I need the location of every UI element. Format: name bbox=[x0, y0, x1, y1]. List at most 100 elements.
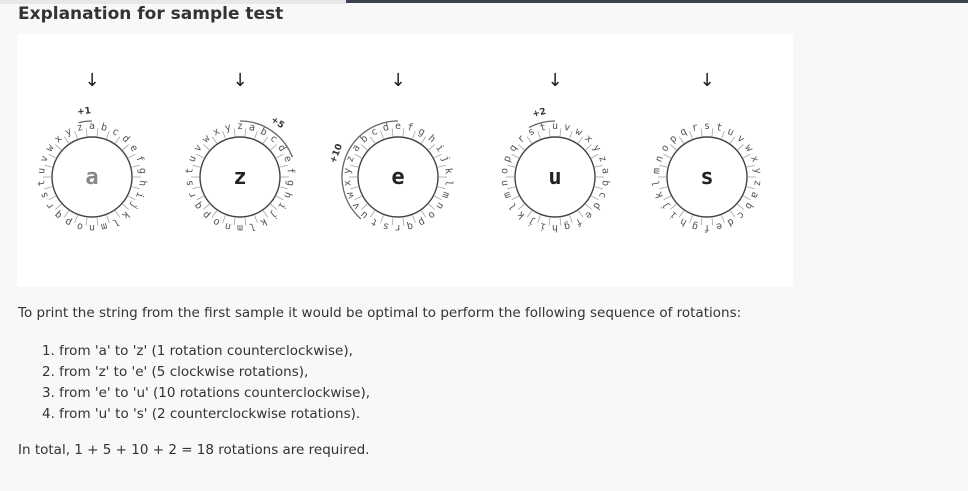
ring-tick bbox=[437, 164, 446, 168]
ring-letter: y bbox=[751, 167, 763, 174]
rotation-count-label: +10 bbox=[329, 143, 345, 165]
ring-letter: l bbox=[651, 179, 663, 186]
ring-tick bbox=[559, 128, 562, 137]
ring-letter: q bbox=[678, 126, 688, 139]
ring-tick bbox=[402, 128, 405, 137]
ring-letter: j bbox=[659, 200, 671, 211]
ring-letter: e bbox=[583, 209, 595, 221]
ring-letter: e bbox=[395, 121, 401, 132]
ring-tick bbox=[594, 186, 603, 190]
ring-tick bbox=[434, 195, 442, 201]
ring-letter: x bbox=[211, 126, 221, 139]
ring-tick bbox=[548, 128, 551, 137]
ring-letter: q bbox=[507, 143, 519, 154]
wheel-current-letter: e bbox=[391, 165, 404, 190]
ring-letter: u bbox=[725, 126, 735, 139]
ring-tick bbox=[192, 164, 201, 168]
ring-tick bbox=[244, 217, 247, 226]
ring-letter: k bbox=[258, 215, 268, 228]
letter-wheel: ↓u v wxyzabcdefghijklmnopqrs tu+2 bbox=[499, 70, 611, 233]
ring-letter: d bbox=[725, 215, 735, 228]
ring-tick bbox=[700, 217, 703, 226]
ring-tick bbox=[131, 186, 140, 190]
ring-tick bbox=[391, 128, 394, 137]
ring-letter: t bbox=[539, 122, 547, 134]
ring-letter: h bbox=[136, 179, 148, 186]
ring-letter: v bbox=[39, 154, 51, 164]
rotation-count-label: +1 bbox=[77, 106, 92, 118]
ring-letter: h bbox=[552, 222, 558, 233]
ring-letter: p bbox=[416, 215, 426, 228]
ring-tick bbox=[746, 186, 755, 190]
ring-letter: i bbox=[433, 143, 445, 154]
pointer-arrow-icon: ↓ bbox=[390, 70, 405, 91]
ring-letter: j bbox=[439, 154, 451, 164]
ring-letter: a bbox=[248, 122, 256, 134]
ring-letter: r bbox=[691, 122, 699, 134]
ring-tick bbox=[96, 217, 99, 226]
section-title: Explanation for sample test bbox=[18, 4, 284, 24]
ring-tick bbox=[507, 186, 516, 190]
ring-tick bbox=[711, 217, 714, 226]
ring-letter: b bbox=[742, 200, 754, 211]
ring-tick bbox=[591, 195, 599, 201]
ring-letter: e bbox=[715, 220, 723, 232]
ring-letter: n bbox=[224, 220, 232, 232]
ring-tick bbox=[594, 164, 603, 168]
ring-tick bbox=[380, 215, 384, 223]
rotation-count-label: +5 bbox=[269, 115, 286, 131]
ring-letter: x bbox=[53, 133, 65, 145]
ring-tick bbox=[276, 195, 284, 201]
ring-letter: a bbox=[89, 121, 95, 132]
ring-letter: h bbox=[281, 190, 293, 200]
ring-letter: u bbox=[187, 154, 199, 164]
ring-letter: x bbox=[342, 179, 354, 186]
ring-tick bbox=[663, 153, 671, 159]
ring-letter: d bbox=[590, 200, 602, 211]
ring-letter: z bbox=[751, 179, 763, 186]
ring-letter: o bbox=[76, 220, 84, 232]
ring-letter: g bbox=[136, 167, 148, 174]
ring-letter: x bbox=[583, 133, 595, 145]
rotation-step: 3. from 'e' to 'u' (10 rotations counter… bbox=[42, 385, 371, 401]
ring-letter: p bbox=[668, 133, 680, 145]
pointer-arrow-icon: ↓ bbox=[232, 70, 247, 91]
intro-paragraph: To print the string from the first sampl… bbox=[18, 305, 742, 321]
ring-tick bbox=[222, 215, 226, 223]
ring-letter: r bbox=[44, 200, 56, 211]
ring-letter: w bbox=[44, 142, 57, 154]
ring-letter: f bbox=[406, 122, 414, 134]
rotation-step: 1. from 'a' to 'z' (1 rotation countercl… bbox=[42, 343, 353, 359]
ring-letter: o bbox=[426, 209, 438, 221]
ring-tick bbox=[128, 195, 136, 201]
ring-tick bbox=[48, 153, 56, 159]
ring-letter: v bbox=[563, 122, 571, 134]
ring-tick bbox=[196, 153, 204, 159]
ring-letter: p bbox=[201, 209, 213, 221]
ring-tick bbox=[711, 128, 714, 137]
ring-letter: t bbox=[369, 215, 379, 228]
ring-letter: i bbox=[539, 220, 547, 232]
ring-letter: n bbox=[499, 179, 511, 186]
wheel-current-letter: a bbox=[85, 165, 98, 190]
ring-letter: k bbox=[120, 209, 132, 221]
ring-letter: c bbox=[596, 190, 608, 200]
ring-letter: y bbox=[590, 143, 602, 154]
ring-letter: f bbox=[133, 154, 145, 164]
ring-letter: g bbox=[416, 126, 426, 139]
ring-tick bbox=[85, 217, 88, 226]
ring-letter: p bbox=[502, 154, 514, 164]
ring-tick bbox=[743, 195, 751, 201]
ring-letter: c bbox=[110, 126, 120, 139]
pointer-arrow-icon: ↓ bbox=[547, 70, 562, 91]
pointer-arrow-icon: ↓ bbox=[84, 70, 99, 91]
ring-tick bbox=[192, 186, 201, 190]
ring-letter: y bbox=[63, 126, 73, 139]
ring-letter: r bbox=[395, 222, 401, 233]
ring-letter: t bbox=[715, 122, 723, 134]
ring-letter: z bbox=[596, 154, 608, 164]
ring-letter: f bbox=[704, 222, 710, 233]
ring-letter: m bbox=[439, 190, 451, 200]
ring-tick bbox=[131, 164, 140, 168]
ring-letter: q bbox=[406, 220, 414, 232]
